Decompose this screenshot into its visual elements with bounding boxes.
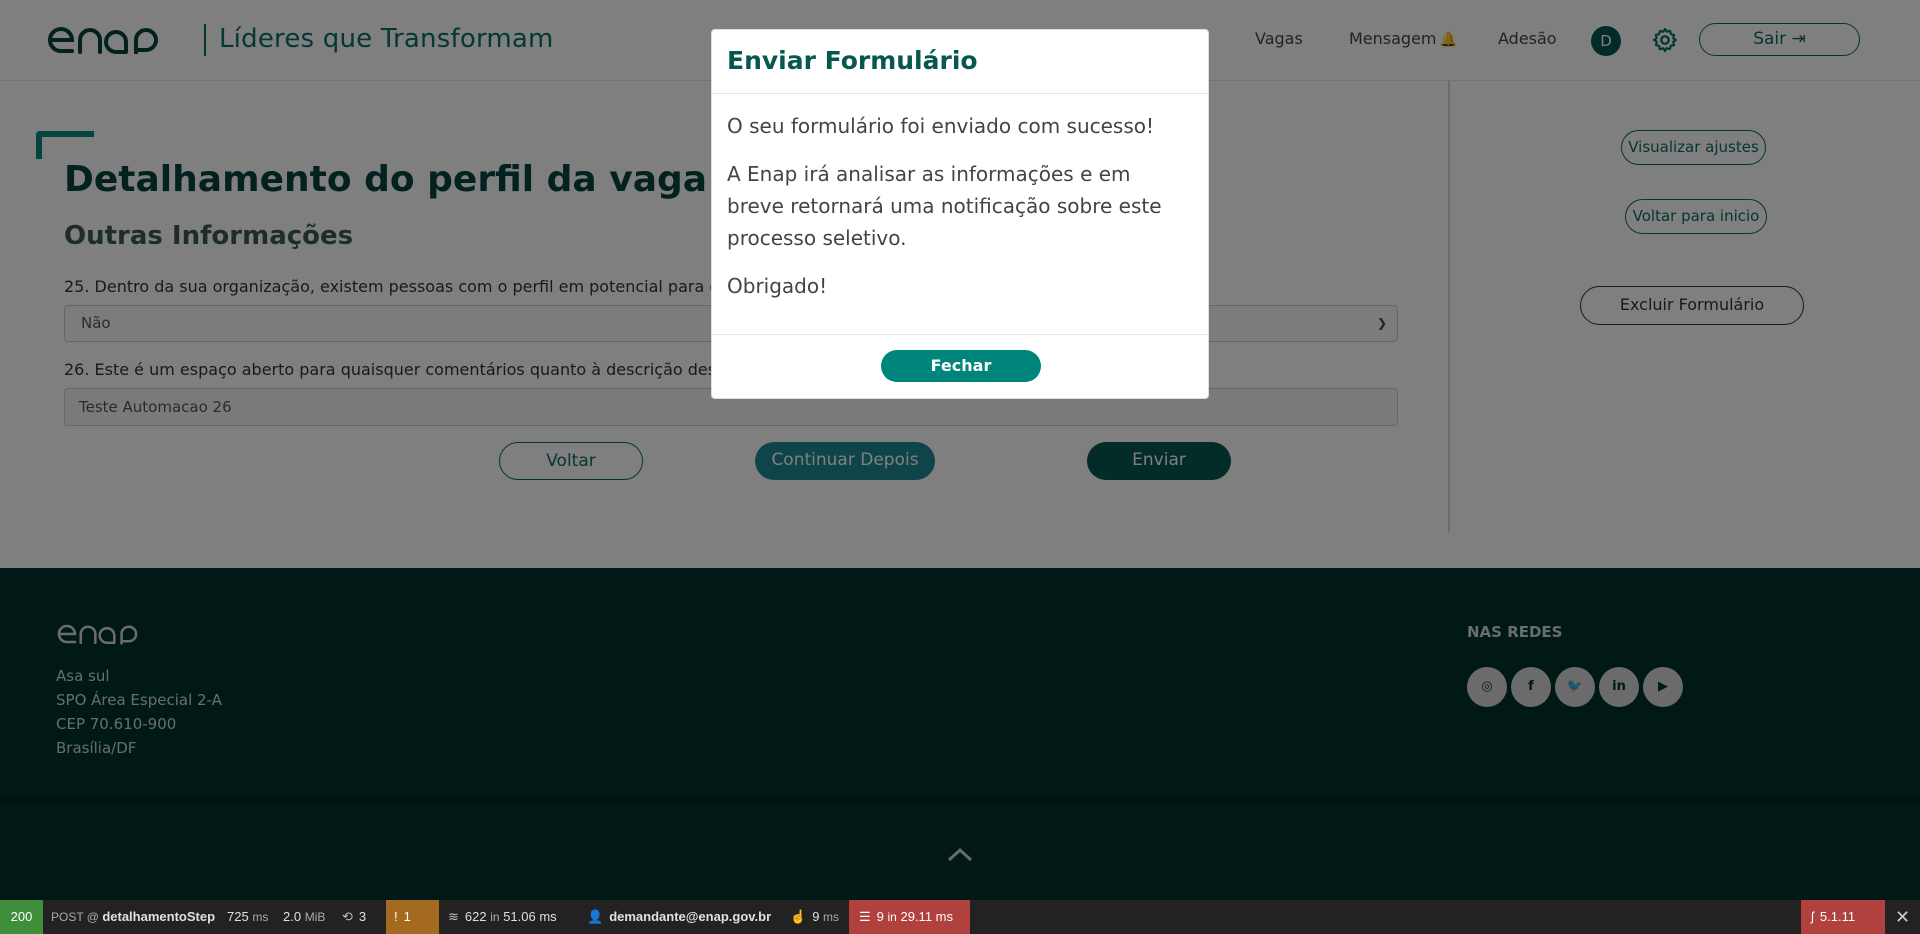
user-email: demandante@enap.gov.br [609, 909, 772, 924]
security-panel[interactable]: 👤 demandante@enap.gov.br [587, 900, 771, 934]
warnings-count: 1 [403, 909, 411, 924]
sf-version: 5.1.11 [1819, 909, 1856, 924]
time-unit: ms [252, 910, 269, 924]
twig-time: 51.06 ms [503, 909, 557, 924]
twig-in: in [490, 910, 500, 924]
user-icon: 👤 [587, 909, 604, 924]
db-time: 29.11 ms [900, 909, 953, 924]
events-panel[interactable]: ☝ 9 ms [790, 900, 839, 934]
layers-icon: ≋ [448, 909, 459, 924]
request-info[interactable]: POST @ detalhamentoStep [51, 900, 215, 934]
warning-icon: ! [394, 909, 398, 924]
dialog-message: O seu formulário foi enviado com sucesso… [727, 114, 1155, 138]
twig-panel[interactable]: ≋ 622 in 51.06 ms [448, 900, 557, 934]
request-method: POST [51, 910, 84, 924]
events-value: 9 [812, 909, 820, 924]
close-icon[interactable]: ✕ [1885, 900, 1920, 934]
dialog-body: O seu formulário foi enviado com sucesso… [712, 94, 1208, 334]
db-count: 9 [876, 909, 884, 924]
status-badge[interactable]: 200 [0, 900, 43, 934]
db-in: in [887, 910, 897, 924]
route-icon: ⟲ [342, 909, 353, 924]
memory-usage[interactable]: 2.0 MiB [283, 900, 325, 934]
request-route: detalhamentoStep [102, 909, 216, 924]
events-unit: ms [823, 910, 840, 924]
database-icon: ☰ [859, 909, 871, 924]
events-icon: ☝ [790, 909, 807, 924]
database-panel[interactable]: ☰ 9 in 29.11 ms [849, 900, 970, 934]
dialog-header: Enviar Formulário [712, 30, 1208, 94]
twig-count: 622 [464, 909, 487, 924]
memory-value: 2.0 [283, 909, 302, 924]
routes-panel[interactable]: ⟲ 3 [342, 900, 366, 934]
memory-unit: MiB [304, 910, 326, 924]
dialog-message: A Enap irá analisar as informações e em … [727, 162, 1162, 250]
request-time[interactable]: 725 ms [227, 900, 268, 934]
routes-count: 3 [358, 909, 367, 924]
fechar-button[interactable]: Fechar [881, 350, 1041, 382]
dialog-message: Obrigado! [727, 274, 828, 298]
symfony-icon: ʃ [1811, 909, 1814, 924]
debug-toolbar: 200 POST @ detalhamentoStep 725 ms 2.0 M… [0, 900, 1920, 934]
time-value: 725 [227, 909, 249, 924]
dialog-title: Enviar Formulário [727, 46, 978, 75]
request-at: @ [83, 910, 103, 924]
symfony-version[interactable]: ʃ 5.1.11 [1801, 900, 1885, 934]
dialog-footer: Fechar [712, 334, 1208, 398]
submit-dialog: Enviar Formulário O seu formulário foi e… [711, 29, 1209, 399]
warnings-panel[interactable]: ! 1 [386, 900, 439, 934]
